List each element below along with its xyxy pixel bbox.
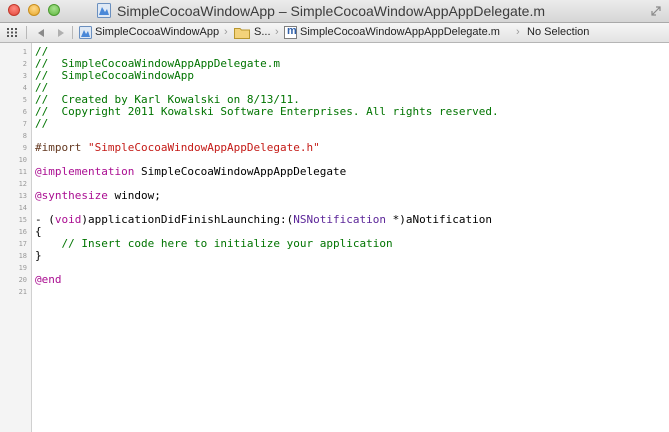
- line-number: 11: [18, 168, 27, 176]
- close-button[interactable]: [8, 4, 20, 16]
- line-number: 18: [18, 252, 27, 260]
- objc-file-glyph: m: [287, 25, 297, 37]
- line-number: 19: [18, 264, 27, 272]
- code-line-6: // Copyright 2011 Kowalski Software Ente…: [35, 105, 499, 118]
- line-number-gutter: 1 2 3 4 5 6 7 8 9 10 11 12 13 14 15 16 1…: [0, 43, 32, 432]
- line-number: 10: [18, 156, 27, 164]
- line-number: 9: [22, 144, 27, 152]
- fullscreen-icon[interactable]: [651, 6, 661, 16]
- code-line-11: @implementation SimpleCocoaWindowAppAppD…: [35, 166, 346, 178]
- line-number: 8: [22, 132, 27, 140]
- line-number: 13: [18, 192, 27, 200]
- line-number: 1: [22, 48, 27, 56]
- related-items-icon[interactable]: [7, 28, 17, 37]
- xcode-window: SimpleCocoaWindowApp – SimpleCocoaWindow…: [0, 0, 669, 432]
- synthesize-keyword: @synthesize: [35, 189, 108, 202]
- code-line-18: }: [35, 249, 42, 262]
- class-name: SimpleCocoaWindowAppAppDelegate: [134, 165, 347, 178]
- line-number: 14: [18, 204, 27, 212]
- line-number: 7: [22, 120, 27, 128]
- line-number: 3: [22, 72, 27, 80]
- breadcrumb-project[interactable]: SimpleCocoaWindowApp: [95, 23, 219, 42]
- import-string: "SimpleCocoaWindowAppAppDelegate.h": [87, 141, 320, 154]
- line-number: 4: [22, 84, 27, 92]
- line-number: 16: [18, 228, 27, 236]
- window-title: SimpleCocoaWindowApp – SimpleCocoaWindow…: [117, 3, 545, 19]
- jump-bar-divider: [72, 26, 73, 39]
- folder-icon: [234, 28, 250, 39]
- synthesize-target: window;: [107, 189, 161, 202]
- breadcrumb-group[interactable]: S...: [254, 23, 271, 42]
- code-line-15: - (void)applicationDidFinishLaunching:(N…: [35, 214, 492, 226]
- source-editor[interactable]: 1 2 3 4 5 6 7 8 9 10 11 12 13 14 15 16 1…: [0, 43, 669, 432]
- code-line-13: @synthesize window;: [35, 190, 161, 202]
- title-bar: SimpleCocoaWindowApp – SimpleCocoaWindow…: [0, 0, 669, 23]
- line-number: 6: [22, 108, 27, 116]
- nsnotification-type: NSNotification: [293, 213, 387, 226]
- back-arrow-icon[interactable]: [38, 29, 44, 37]
- code-line-17: // Insert code here to initialize your a…: [35, 237, 393, 250]
- code-line-3: // SimpleCocoaWindowApp: [35, 69, 194, 82]
- zoom-button[interactable]: [48, 4, 60, 16]
- end-keyword: @end: [35, 273, 62, 286]
- line-number: 2: [22, 60, 27, 68]
- forward-arrow-icon[interactable]: [58, 29, 64, 37]
- line-number: 15: [18, 216, 27, 224]
- code-line-7: //: [35, 117, 49, 130]
- method-param: *)aNotification: [386, 213, 492, 226]
- breadcrumb-file[interactable]: SimpleCocoaWindowAppAppDelegate.m: [300, 23, 500, 42]
- breadcrumb-selection[interactable]: No Selection: [527, 23, 589, 42]
- line-number: 21: [18, 288, 27, 296]
- implementation-keyword: @implementation: [35, 165, 135, 178]
- line-number: 5: [22, 96, 27, 104]
- project-icon: [79, 26, 92, 39]
- breadcrumb-chevron: ›: [224, 26, 228, 38]
- line-number: 20: [18, 276, 27, 284]
- import-directive: #import: [35, 141, 88, 154]
- line-number: 17: [18, 240, 27, 248]
- jump-bar: SimpleCocoaWindowApp › S... › m SimpleCo…: [0, 23, 669, 43]
- project-icon: [97, 3, 111, 18]
- jump-bar-divider: [26, 26, 27, 39]
- code-line-20: @end: [35, 274, 62, 286]
- breadcrumb-chevron: ›: [275, 26, 279, 38]
- line-number: 12: [18, 180, 27, 188]
- minimize-button[interactable]: [28, 4, 40, 16]
- code-line-9: #import "SimpleCocoaWindowAppAppDelegate…: [35, 142, 320, 154]
- void-type: void: [54, 213, 82, 226]
- breadcrumb-chevron: ›: [516, 26, 520, 38]
- method-name: )applicationDidFinishLaunching:(: [81, 213, 294, 226]
